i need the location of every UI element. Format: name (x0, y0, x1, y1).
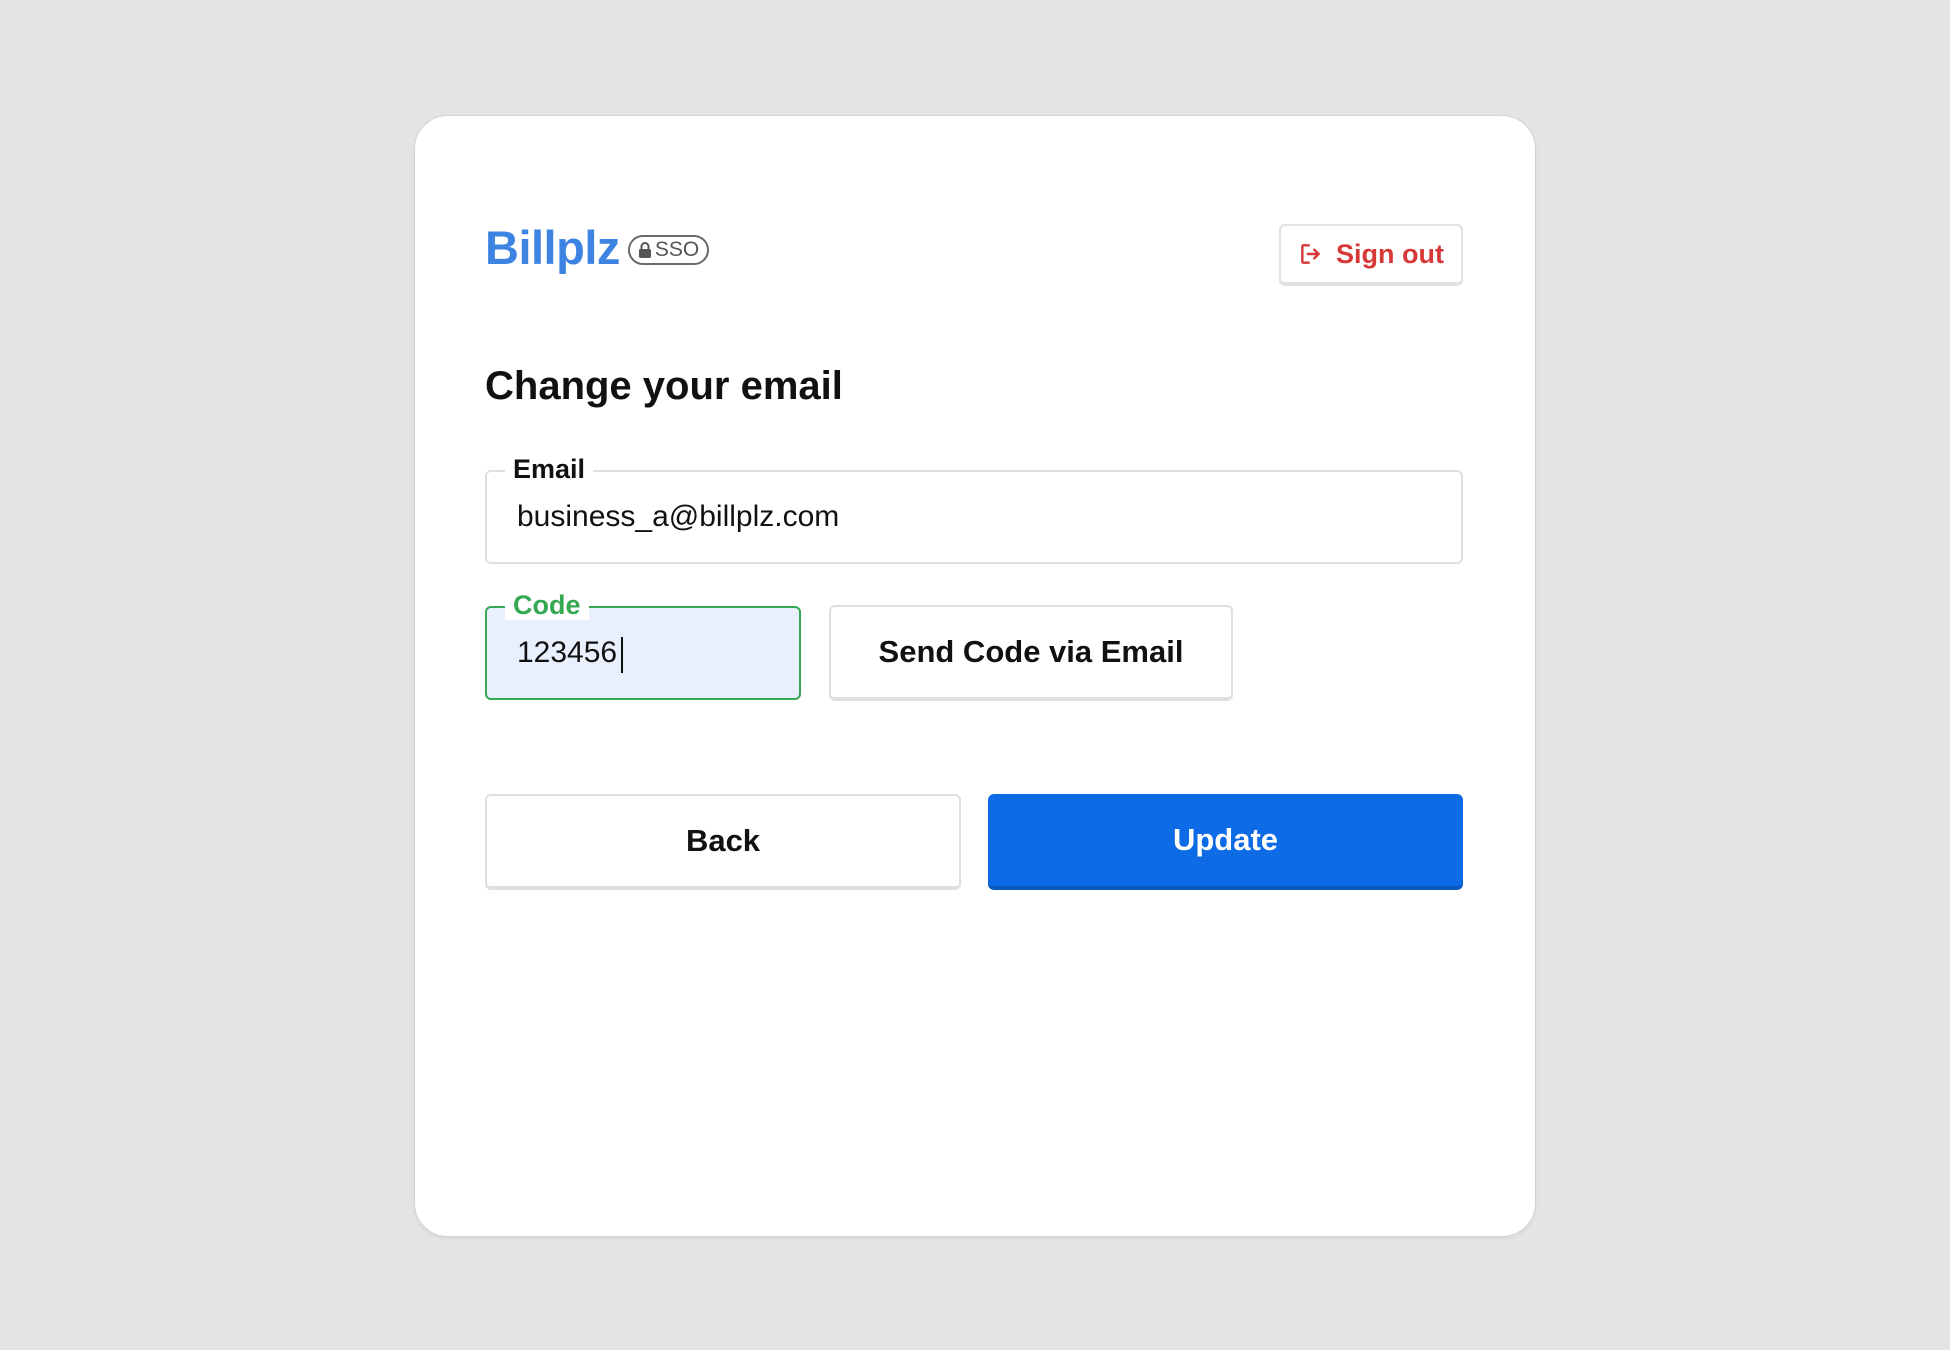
back-button[interactable]: Back (485, 794, 961, 890)
sign-out-label: Sign out (1336, 238, 1444, 269)
code-input[interactable] (487, 608, 799, 698)
email-input[interactable] (487, 472, 1461, 562)
sso-badge-label: SSO (654, 237, 700, 261)
update-button[interactable]: Update (988, 794, 1463, 890)
brand-name: Billplz (485, 221, 620, 274)
send-code-button[interactable]: Send Code via Email (829, 605, 1233, 701)
email-field[interactable]: Email (485, 454, 1463, 564)
text-cursor (621, 637, 623, 673)
sso-badge: SSO (627, 234, 710, 265)
lock-icon (638, 241, 651, 258)
brand-logo: Billplz SSO (485, 221, 710, 274)
sign-out-button[interactable]: Sign out (1279, 224, 1463, 286)
code-field[interactable]: Code (485, 590, 801, 700)
sign-out-icon (1301, 244, 1320, 264)
page-title: Change your email (485, 364, 843, 408)
change-email-card: Billplz SSO Sign out Change your email E… (414, 115, 1536, 1237)
